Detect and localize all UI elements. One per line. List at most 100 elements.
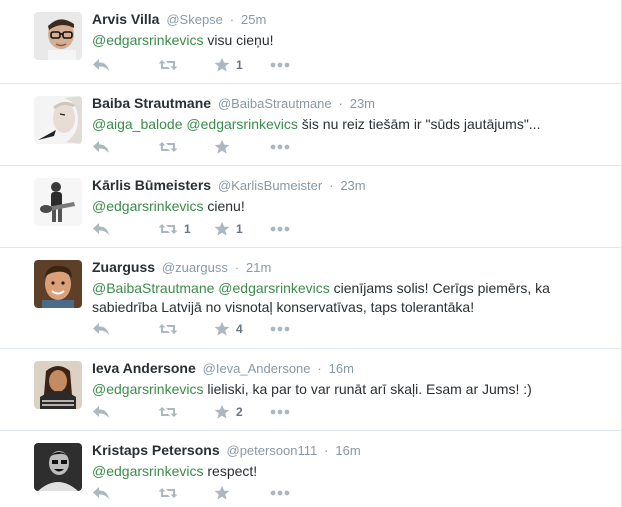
author-handle[interactable]: @Skepse [166,12,223,27]
avatar[interactable] [34,96,82,144]
favorite-count: 2 [236,405,243,419]
more-icon [270,144,290,150]
tweet-timestamp[interactable]: 23m [350,96,375,111]
favorite-button[interactable] [214,139,270,155]
mention-link[interactable]: @edgarsrinkevics [92,32,203,48]
avatar[interactable] [34,443,82,491]
reply-button[interactable] [92,405,158,419]
retweet-button[interactable] [158,140,214,154]
more-icon [270,409,290,415]
star-icon [214,221,230,237]
retweet-count: 1 [184,222,191,236]
tweet[interactable]: Arvis Villa @Skepse · 25m @edgarsrinkevi… [0,0,621,84]
more-icon [270,62,290,68]
mention-link[interactable]: @edgarsrinkevics [186,116,297,132]
more-icon [270,326,290,332]
retweet-icon [158,140,178,154]
favorite-count: 1 [236,58,243,72]
favorite-button[interactable]: 1 [214,57,270,73]
tweet-timestamp[interactable]: 25m [241,12,266,27]
retweet-button[interactable]: 1 [158,222,214,236]
tweet-text: @BaibaStrautmane @edgarsrinkevics cienīj… [92,279,613,317]
tweet-body: lieliski, ka par to var runāt arī skaļi.… [203,381,532,397]
more-button[interactable] [270,226,290,232]
more-button[interactable] [270,490,290,496]
favorite-button[interactable] [214,485,270,501]
tweet-text: @aiga_balode @edgarsrinkevics šis nu rei… [92,115,613,134]
favorite-button[interactable]: 1 [214,221,270,237]
separator-dot: · [229,12,235,27]
mention-link[interactable]: @edgarsrinkevics [92,381,203,397]
author-handle[interactable]: @Ieva_Andersone [203,361,311,376]
favorite-button[interactable]: 2 [214,404,270,420]
avatar[interactable] [34,178,82,226]
tweet[interactable]: Kārlis Būmeisters @KarlisBumeister · 23m… [0,166,621,248]
retweet-button[interactable] [158,405,214,419]
reply-icon [92,140,110,154]
tweet-timestamp[interactable]: 16m [329,361,354,376]
mention-link[interactable]: @aiga_balode [92,116,183,132]
reply-button[interactable] [92,222,158,236]
author-handle[interactable]: @zuarguss [162,260,228,275]
tweet-timestamp[interactable]: 21m [246,260,271,275]
reply-button[interactable] [92,322,158,336]
separator-dot: · [338,96,343,111]
reply-icon [92,58,110,72]
favorite-button[interactable]: 4 [214,321,270,337]
author-handle[interactable]: @petersoon111 [227,443,318,458]
more-button[interactable] [270,409,290,415]
retweet-button[interactable] [158,58,214,72]
tweet-body: cienu! [203,198,245,214]
favorite-count: 4 [236,322,243,336]
mention-link[interactable]: @edgarsrinkevics [218,280,329,296]
more-button[interactable] [270,144,290,150]
reply-button[interactable] [92,486,158,500]
retweet-button[interactable] [158,486,214,500]
reply-icon [92,322,110,336]
star-icon [214,404,230,420]
retweet-icon [158,405,178,419]
separator-dot: · [324,443,329,458]
star-icon [214,139,230,155]
author-handle[interactable]: @KarlisBumeister [218,178,322,193]
tweet-body: visu cieņu! [203,32,274,48]
more-button[interactable] [270,62,290,68]
tweet[interactable]: Kristaps Petersons @petersoon111 · 16m @… [0,431,621,507]
star-icon [214,485,230,501]
author-name[interactable]: Zuarguss [92,259,155,275]
more-icon [270,490,290,496]
avatar[interactable] [34,260,82,308]
mention-link[interactable]: @edgarsrinkevics [92,463,203,479]
author-name[interactable]: Ieva Andersone [92,360,196,376]
tweet-text: @edgarsrinkevics visu cieņu! [92,31,613,50]
reply-icon [92,486,110,500]
retweet-button[interactable] [158,322,214,336]
author-name[interactable]: Arvis Villa [92,11,159,27]
author-name[interactable]: Kristaps Petersons [92,442,220,458]
mention-link[interactable]: @edgarsrinkevics [92,198,203,214]
avatar[interactable] [34,361,82,409]
tweet-body: respect! [203,463,258,479]
tweet-text: @edgarsrinkevics cienu! [92,197,613,216]
tweet-timestamp[interactable]: 16m [335,443,360,458]
tweet[interactable]: Ieva Andersone @Ieva_Andersone · 16m @ed… [0,349,621,431]
author-handle[interactable]: @BaibaStrautmane [218,96,332,111]
tweet[interactable]: Zuarguss @zuarguss · 21m @BaibaStrautman… [0,248,621,349]
more-button[interactable] [270,326,290,332]
mention-link[interactable]: @BaibaStrautmane [92,280,214,296]
tweet-text: @edgarsrinkevics respect! [92,462,613,481]
author-name[interactable]: Kārlis Būmeisters [92,177,211,193]
tweet-body: šis nu reiz tiešām ir "sūds jautājums"..… [297,116,541,132]
avatar[interactable] [34,12,82,60]
retweet-icon [158,486,178,500]
author-name[interactable]: Baiba Strautmane [92,95,211,111]
retweet-icon [158,222,178,236]
tweet-timestamp[interactable]: 23m [340,178,365,193]
reply-button[interactable] [92,58,158,72]
star-icon [214,57,230,73]
separator-dot: · [329,178,334,193]
reply-button[interactable] [92,140,158,154]
tweet[interactable]: Baiba Strautmane @BaibaStrautmane · 23m … [0,84,621,166]
retweet-icon [158,58,178,72]
retweet-icon [158,322,178,336]
